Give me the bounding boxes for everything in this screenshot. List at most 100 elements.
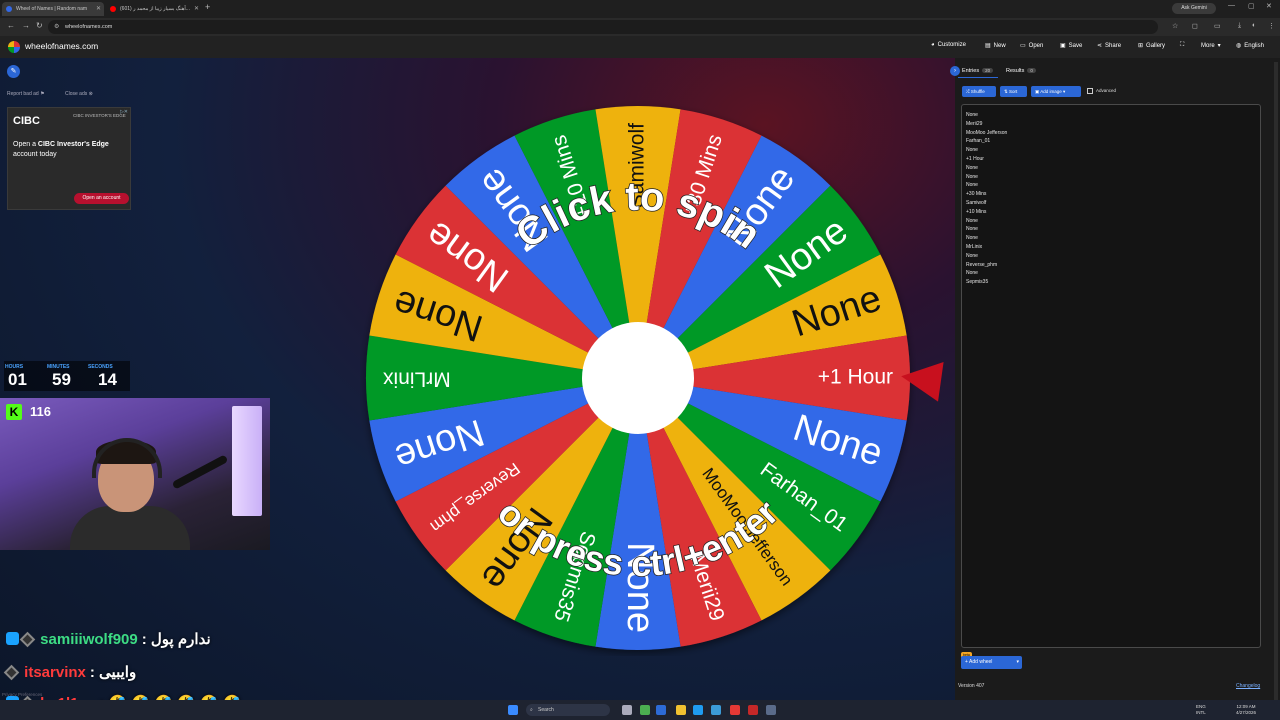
close-ads-link[interactable]: Close ads ⊗ [65, 91, 93, 97]
new-tab-icon[interactable]: + [205, 2, 210, 12]
chevron-down-icon[interactable]: ▾ [1016, 656, 1019, 669]
bookmark-star-icon[interactable]: ☆ [1172, 22, 1178, 30]
edge-icon[interactable] [693, 705, 703, 715]
reload-icon[interactable]: ↻ [36, 21, 43, 30]
entry-line[interactable]: None [966, 225, 1256, 234]
more-button[interactable]: More ▾ [1201, 42, 1224, 49]
maximize-icon[interactable]: ▢ [1248, 2, 1255, 10]
ask-gemini-button[interactable]: Ask Gemini [1172, 3, 1216, 14]
page-scrollbar[interactable] [1274, 62, 1278, 702]
flag-icon: ⚑ [40, 91, 45, 97]
extensions-icon[interactable]: ◻ [1192, 22, 1198, 30]
url-field[interactable]: ⚙ wheelofnames.com [48, 20, 1158, 34]
entry-line[interactable]: +10 Mins [966, 208, 1256, 217]
streamer-body [70, 506, 190, 550]
streamer-webcam [0, 398, 270, 550]
chrome-icon[interactable] [640, 705, 650, 715]
close-tab-icon[interactable]: ✕ [194, 2, 199, 16]
share-button[interactable]: ⋖ Share [1097, 42, 1121, 49]
entry-line[interactable]: None [966, 164, 1256, 173]
open-button[interactable]: ▭ Open [1020, 42, 1043, 49]
entry-line[interactable]: Samiwolf [966, 199, 1256, 208]
taskbar-search[interactable]: ⌕ Search [526, 704, 610, 716]
app-icon[interactable] [656, 705, 666, 715]
close-window-icon[interactable]: ✕ [1266, 2, 1272, 10]
back-icon[interactable]: ← [7, 21, 15, 30]
wheel-canvas[interactable]: NoneNoneNone+1 HourNoneFarhan_01MooMoo J… [360, 100, 916, 656]
chevron-right-icon: › [954, 68, 956, 74]
profile-icon[interactable]: ◐ [1252, 22, 1256, 29]
entry-line[interactable]: None [966, 111, 1256, 120]
shuffle-button[interactable]: ⤮ Shuffle [962, 86, 996, 97]
entry-line[interactable]: +30 Mins [966, 190, 1256, 199]
fullscreen-button[interactable]: ⛶ [1180, 42, 1187, 49]
store-icon[interactable] [711, 705, 721, 715]
entry-line[interactable]: None [966, 217, 1256, 226]
entries-textarea[interactable]: None Merii29 MooMoo Jefferson Farhan_01 None… [961, 104, 1261, 648]
start-windows-icon[interactable] [508, 705, 518, 715]
youtube-icon[interactable] [730, 705, 740, 715]
ad-brand: CIBC [13, 115, 40, 127]
steam-icon[interactable] [766, 705, 776, 715]
diamond-badge-icon [19, 631, 36, 648]
wheel-center-hub[interactable] [582, 322, 694, 434]
entry-line[interactable]: Sepmis35 [966, 278, 1256, 287]
browser-tab-youtube[interactable]: (601) آهنگ بسیار زیبا از محمد ر... ✕ [106, 2, 202, 16]
results-count-badge: 0 [1027, 68, 1036, 73]
language-button[interactable]: ◍ English [1236, 42, 1264, 49]
chat-message: samiiiwolf909: ندارم پول [6, 630, 211, 648]
entry-line[interactable]: Merii29 [966, 120, 1256, 129]
wheel[interactable]: None None None +1 Hour None Farhan_01 MooMoo J… [360, 100, 916, 656]
report-bad-ad-link[interactable]: Report bad ad ⚑ [7, 91, 45, 97]
privacy-preferences-link[interactable]: Privacy Preferences [2, 692, 42, 697]
entry-line[interactable]: None [966, 173, 1256, 182]
download-icon[interactable]: ⤓ [1238, 22, 1241, 30]
add-image-button[interactable]: ▣ Add image ▾ [1031, 86, 1081, 97]
forward-icon[interactable]: → [22, 21, 30, 30]
wheel-segment-label: +1 Hour [818, 366, 893, 389]
entry-line[interactable]: MrLinix [966, 243, 1256, 252]
chevron-down-icon: ▾ [1217, 43, 1221, 49]
version-label: Version 407 [958, 683, 985, 689]
entry-line[interactable]: None [966, 146, 1256, 155]
customize-button[interactable]: ◕ Customize [931, 42, 966, 48]
gallery-button[interactable]: ⊞ Gallery [1138, 42, 1165, 49]
tab-results[interactable]: Results 0 [1006, 68, 1036, 74]
entry-line[interactable]: None [966, 181, 1256, 190]
save-button[interactable]: ▣ Save [1060, 42, 1082, 49]
sort-button[interactable]: ⇅ Sort [1000, 86, 1027, 97]
new-button[interactable]: ▤ New [985, 42, 1006, 49]
wheel-logo-icon[interactable] [8, 41, 20, 53]
task-view-icon[interactable] [622, 705, 632, 715]
changelog-link[interactable]: Changelog [1236, 683, 1260, 689]
share-icon: ⋖ [1097, 43, 1103, 49]
entry-line[interactable]: Reverse_phm [966, 261, 1256, 270]
sidepanel-icon[interactable]: ▭ [1214, 22, 1221, 30]
edit-pencil-button[interactable]: ✎ [7, 65, 20, 78]
site-info-icon[interactable]: ⚙ [54, 20, 59, 34]
ad-open-account-button[interactable]: Open an account [74, 193, 129, 204]
entry-line[interactable]: None [966, 252, 1256, 261]
browser-tab-wheel[interactable]: Wheel of Names | Random nam ✕ [2, 2, 104, 16]
entry-line[interactable]: +1 Hour [966, 155, 1256, 164]
tab-entries[interactable]: Entries 20 [962, 68, 994, 74]
language-indicator[interactable]: ENG INTL [1196, 704, 1206, 716]
gmail-icon[interactable] [748, 705, 758, 715]
clock[interactable]: 12:09 AM 4/27/2026 [1236, 704, 1256, 716]
file-explorer-icon[interactable] [676, 705, 686, 715]
microphone-arm [171, 454, 229, 490]
youtube-favicon-icon [110, 6, 116, 12]
entry-line[interactable]: None [966, 269, 1256, 278]
entry-line[interactable]: None [966, 234, 1256, 243]
collapse-panel-button[interactable]: › [950, 66, 960, 76]
subscriber-badge-icon [6, 632, 19, 645]
close-tab-icon[interactable]: ✕ [96, 2, 101, 16]
advanced-checkbox[interactable] [1087, 88, 1093, 94]
advertisement[interactable]: ▷✕ CIBC CIBC INVESTOR'S EDGE Open a CIBC… [7, 107, 131, 210]
menu-kebab-icon[interactable]: ⋮ [1268, 22, 1275, 30]
minimize-icon[interactable]: — [1228, 2, 1235, 9]
site-name[interactable]: wheelofnames.com [25, 41, 98, 51]
entry-line[interactable]: MooMoo Jefferson [966, 129, 1256, 138]
add-wheel-button[interactable]: + Add wheel ▾ [961, 656, 1022, 669]
entry-line[interactable]: Farhan_01 [966, 137, 1256, 146]
